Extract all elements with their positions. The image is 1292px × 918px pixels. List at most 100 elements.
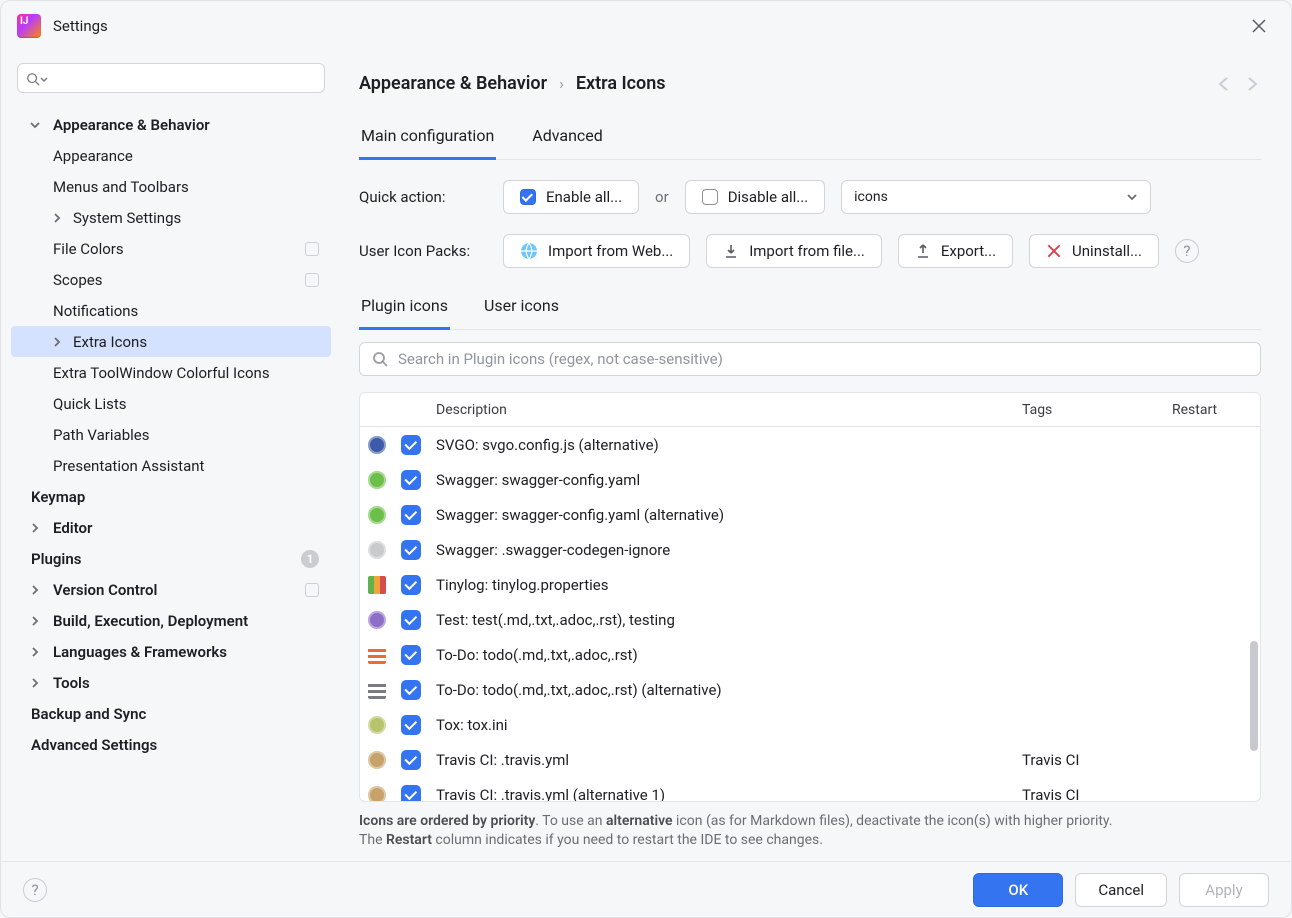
filter-placeholder: Search in Plugin icons (regex, not case-… [398, 350, 723, 368]
plugin-type-icon [368, 576, 386, 594]
table-row[interactable]: SVGO: svgo.config.js (alternative) [360, 427, 1260, 462]
scope-badge-icon [305, 273, 319, 287]
row-checkbox[interactable] [401, 540, 421, 560]
plugin-type-icon [368, 506, 386, 524]
tab[interactable]: Main configuration [359, 126, 496, 160]
row-description: Test: test(.md,.txt,.adoc,.rst), testing [428, 611, 1014, 629]
search-icon [372, 351, 388, 367]
tree-item[interactable]: File Colors [11, 233, 331, 264]
filter-wrap: Search in Plugin icons (regex, not case-… [359, 342, 1261, 376]
plugin-type-icon [368, 541, 386, 559]
nav-forward-icon[interactable] [1243, 75, 1261, 93]
plugin-type-icon [368, 786, 386, 801]
uninstall-button[interactable]: Uninstall... [1029, 234, 1159, 268]
plugin-type-icon [368, 471, 386, 489]
settings-tree: Appearance & BehaviorAppearanceMenus and… [9, 109, 333, 760]
table-row[interactable]: Swagger: swagger-config.yaml (alternativ… [360, 497, 1260, 532]
uninstall-label: Uninstall... [1072, 242, 1142, 260]
disable-all-label: Disable all... [728, 188, 808, 206]
table-row[interactable]: Tox: tox.ini [360, 707, 1260, 742]
subtab[interactable]: User icons [482, 296, 561, 330]
tree-item[interactable]: Path Variables [11, 419, 331, 450]
tree-item-label: Editor [53, 519, 92, 537]
sidebar-search-input[interactable] [17, 63, 325, 93]
help-button[interactable]: ? [1175, 239, 1199, 263]
tree-item[interactable]: Keymap [11, 481, 331, 512]
table-row[interactable]: To-Do: todo(.md,.txt,.adoc,.rst) [360, 637, 1260, 672]
tree-item[interactable]: Notifications [11, 295, 331, 326]
col-description: Description [428, 402, 1014, 418]
row-checkbox[interactable] [401, 785, 421, 801]
tree-item[interactable]: Version Control [11, 574, 331, 605]
table-row[interactable]: Tinylog: tinylog.properties [360, 567, 1260, 602]
table-row[interactable]: Travis CI: .travis.yml (alternative 1)Tr… [360, 777, 1260, 801]
quick-action-select[interactable]: icons [841, 180, 1151, 214]
filter-input[interactable]: Search in Plugin icons (regex, not case-… [359, 342, 1261, 376]
table-row[interactable]: Test: test(.md,.txt,.adoc,.rst), testing [360, 602, 1260, 637]
footer-help-button[interactable]: ? [23, 878, 47, 902]
dialog-footer: ? OK Cancel Apply [1, 861, 1291, 917]
tree-item[interactable]: Tools [11, 667, 331, 698]
close-button[interactable] [1243, 10, 1275, 42]
tree-item[interactable]: Appearance & Behavior [11, 109, 331, 140]
tree-item[interactable]: Advanced Settings [11, 729, 331, 760]
or-separator: or [655, 188, 669, 206]
icon-source-tabs: Plugin icons User icons [359, 296, 1261, 330]
disable-all-button[interactable]: Disable all... [685, 180, 825, 214]
tree-item[interactable]: Editor [11, 512, 331, 543]
content-panel: Appearance & Behavior › Extra Icons Main… [341, 51, 1291, 861]
chevron-down-icon [40, 76, 48, 84]
enable-all-button[interactable]: Enable all... [503, 180, 639, 214]
tree-item-label: Backup and Sync [31, 705, 146, 723]
tree-item[interactable]: Plugins1 [11, 543, 331, 574]
chevron-right-icon [51, 212, 63, 224]
nav-back-icon[interactable] [1215, 75, 1233, 93]
import-file-button[interactable]: Import from file... [706, 234, 882, 268]
table-header: Description Tags Restart [360, 393, 1260, 427]
tree-item[interactable]: Quick Lists [11, 388, 331, 419]
row-description: To-Do: todo(.md,.txt,.adoc,.rst) [428, 646, 1014, 664]
col-tags: Tags [1014, 402, 1164, 418]
row-checkbox[interactable] [401, 435, 421, 455]
subtab[interactable]: Plugin icons [359, 296, 450, 330]
tree-item[interactable]: Extra ToolWindow Colorful Icons [11, 357, 331, 388]
row-checkbox[interactable] [401, 575, 421, 595]
row-description: Tox: tox.ini [428, 716, 1014, 734]
plugin-type-icon [368, 716, 386, 734]
tree-item[interactable]: Languages & Frameworks [11, 636, 331, 667]
tree-item[interactable]: System Settings [11, 202, 331, 233]
row-checkbox[interactable] [401, 715, 421, 735]
cancel-button[interactable]: Cancel [1075, 873, 1167, 907]
tree-item[interactable]: Menus and Toolbars [11, 171, 331, 202]
table-row[interactable]: Swagger: swagger-config.yaml [360, 462, 1260, 497]
ok-button[interactable]: OK [973, 873, 1063, 907]
tree-item[interactable]: Scopes [11, 264, 331, 295]
table-row[interactable]: To-Do: todo(.md,.txt,.adoc,.rst) (altern… [360, 672, 1260, 707]
scrollbar-thumb[interactable] [1250, 641, 1258, 751]
row-checkbox[interactable] [401, 680, 421, 700]
tree-item[interactable]: Extra Icons [11, 326, 331, 357]
table-body[interactable]: SVGO: svgo.config.js (alternative) Swagge… [360, 427, 1260, 801]
tab[interactable]: Advanced [530, 126, 605, 160]
tree-item[interactable]: Build, Execution, Deployment [11, 605, 331, 636]
table-row[interactable]: Swagger: .swagger-codegen-ignore [360, 532, 1260, 567]
row-checkbox[interactable] [401, 610, 421, 630]
row-description: SVGO: svgo.config.js (alternative) [428, 436, 1014, 454]
tree-item-label: Extra Icons [73, 333, 147, 351]
tree-item-label: Extra ToolWindow Colorful Icons [53, 364, 270, 382]
export-button[interactable]: Export... [898, 234, 1013, 268]
tree-item[interactable]: Backup and Sync [11, 698, 331, 729]
apply-button[interactable]: Apply [1179, 873, 1269, 907]
chevron-down-icon [1126, 191, 1138, 203]
row-checkbox[interactable] [401, 505, 421, 525]
tree-item[interactable]: Appearance [11, 140, 331, 171]
row-checkbox[interactable] [401, 645, 421, 665]
table-row[interactable]: Travis CI: .travis.ymlTravis CI [360, 742, 1260, 777]
import-web-button[interactable]: Import from Web... [503, 234, 690, 268]
tree-item-label: Presentation Assistant [53, 457, 204, 475]
tree-item-label: Scopes [53, 271, 102, 289]
row-checkbox[interactable] [401, 750, 421, 770]
tree-item[interactable]: Presentation Assistant [11, 450, 331, 481]
row-description: To-Do: todo(.md,.txt,.adoc,.rst) (altern… [428, 681, 1014, 699]
row-checkbox[interactable] [401, 470, 421, 490]
